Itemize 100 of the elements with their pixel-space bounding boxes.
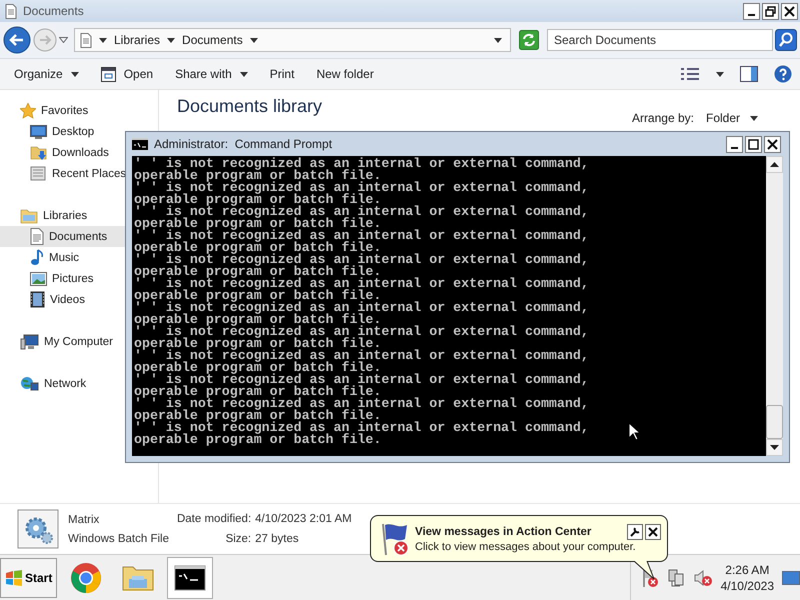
console-line: operable program or batch file.	[134, 386, 382, 398]
detail-value: 27 bytes	[255, 532, 300, 547]
refresh-button[interactable]	[519, 30, 539, 50]
console-line: operable program or batch file.	[134, 242, 382, 254]
show-desktop-button[interactable]	[782, 570, 800, 584]
console-line: operable program or batch file.	[134, 338, 382, 350]
console-line: operable program or batch file.	[134, 194, 382, 206]
console-line: ' ' is not recognized as an internal or external command,	[134, 422, 589, 434]
console-line: operable program or batch file.	[134, 218, 382, 230]
picture-icon	[30, 272, 47, 286]
toolbar-button[interactable]: Open	[92, 64, 162, 84]
console-line: operable program or batch file.	[134, 170, 382, 182]
arrange-dropdown[interactable]: Folder	[700, 110, 764, 126]
console-line: ' ' is not recognized as an internal or external command,	[134, 350, 589, 362]
console-line: ' ' is not recognized as an internal or external command,	[134, 206, 589, 218]
minimize-button[interactable]	[743, 2, 760, 20]
console-line: ' ' is not recognized as an internal or external command,	[134, 398, 589, 410]
nav-item[interactable]: Libraries	[20, 205, 90, 226]
close-button[interactable]	[645, 524, 661, 540]
recent-places-icon	[30, 165, 47, 182]
window-title: Administrator: Command Prompt	[154, 137, 334, 151]
toolbar-button[interactable]: New folder	[308, 65, 382, 83]
detail-value: 4/10/2023 2:01 AM	[255, 512, 352, 527]
caret-icon	[240, 72, 248, 76]
volume-muted-icon[interactable]	[692, 568, 713, 586]
breadcrumb-link[interactable]: Documents	[182, 33, 243, 47]
notification-title: View messages in Action Center	[415, 526, 592, 538]
console-line: ' ' is not recognized as an internal or external command,	[134, 182, 589, 194]
window-title: Documents	[23, 4, 85, 18]
preview-pane-button[interactable]	[740, 66, 758, 82]
caret-icon[interactable]	[167, 38, 176, 42]
chrome-icon	[70, 562, 102, 594]
nav-item[interactable]: Music	[30, 247, 82, 268]
caret-icon[interactable]	[494, 38, 502, 42]
console-line: ' ' is not recognized as an internal or external command,	[134, 278, 589, 290]
nav-item[interactable]: Favorites	[20, 100, 90, 121]
file-name: Matrix	[68, 512, 100, 528]
address-field[interactable]: Libraries Documents	[74, 28, 511, 52]
music-note-icon	[30, 249, 44, 266]
breadcrumb-link[interactable]: Libraries	[114, 33, 160, 47]
restore-button[interactable]	[762, 2, 779, 20]
nav-item[interactable]: Videos	[30, 289, 87, 310]
console-line: ' ' is not recognized as an internal or external command,	[134, 302, 589, 314]
scrollbar[interactable]	[766, 156, 783, 456]
console-line: ' ' is not recognized as an internal or external command,	[134, 254, 589, 266]
star-icon	[20, 102, 36, 118]
search-button[interactable]	[775, 29, 797, 51]
nav-item[interactable]: Network	[20, 373, 88, 394]
back-button[interactable]	[3, 26, 31, 54]
toolbar-button[interactable]: Print	[262, 65, 302, 83]
toolbar-button[interactable]: Organize	[6, 65, 87, 83]
help-button[interactable]	[774, 65, 792, 83]
clock[interactable]: 2:26 AM 4/10/2023	[720, 562, 774, 594]
history-caret-icon[interactable]	[59, 37, 68, 43]
caret-icon[interactable]	[250, 38, 258, 42]
close-button[interactable]	[764, 136, 781, 152]
close-button[interactable]	[781, 2, 798, 20]
console-line: operable program or batch file.	[134, 434, 382, 446]
document-icon	[30, 228, 44, 245]
search-field[interactable]: Search Documents	[547, 29, 773, 51]
start-button[interactable]: Start	[0, 558, 58, 598]
nav-item[interactable]: Documents	[30, 226, 110, 247]
console-line: ' ' is not recognized as an internal or external command,	[134, 374, 589, 386]
caret-icon[interactable]	[99, 38, 107, 42]
library-title: Documents library	[177, 96, 322, 118]
caret-icon[interactable]	[716, 72, 724, 76]
scroll-thumb[interactable]	[766, 405, 783, 439]
file-type: Windows Batch File	[68, 532, 169, 546]
caret-icon	[750, 116, 758, 120]
nav-item[interactable]: Recent Places	[30, 163, 128, 184]
document-icon	[80, 32, 92, 48]
minimize-button[interactable]	[726, 136, 743, 152]
detail-label: Date modified:	[176, 512, 252, 527]
console-line: operable program or batch file.	[134, 314, 382, 326]
nav-item[interactable]: My Computer	[20, 331, 116, 352]
library-folder-icon	[20, 208, 38, 224]
console-line: ' ' is not recognized as an internal or external command,	[134, 158, 589, 170]
network-globe-icon	[20, 376, 39, 392]
network-icon[interactable]	[666, 568, 685, 586]
taskbar-app-button[interactable]	[167, 556, 214, 598]
nav-item[interactable]: Pictures	[30, 268, 96, 289]
mouse-pointer-icon	[628, 422, 640, 441]
scroll-up-button[interactable]	[766, 156, 783, 173]
console-line: ' ' is not recognized as an internal or external command,	[134, 326, 589, 338]
wrench-button[interactable]	[627, 524, 643, 540]
batch-file-gear-icon	[16, 509, 60, 549]
scroll-down-button[interactable]	[766, 439, 783, 456]
nav-item[interactable]: Downloads	[30, 142, 111, 163]
view-options-button[interactable]	[680, 67, 700, 81]
nav-item[interactable]: Desktop	[30, 121, 96, 142]
window-icon	[100, 66, 116, 82]
console-line: operable program or batch file.	[134, 410, 382, 422]
arrange-label: Arrange by:	[632, 111, 694, 125]
console-icon	[132, 138, 148, 150]
monitor-icon	[30, 124, 47, 138]
document-icon	[5, 4, 17, 18]
notification-balloon[interactable]: View messages in Action Center Click to view messages about your computer.	[370, 515, 668, 562]
film-icon	[30, 291, 45, 308]
toolbar-button[interactable]: Share with	[167, 65, 256, 83]
maximize-button[interactable]	[745, 136, 762, 152]
